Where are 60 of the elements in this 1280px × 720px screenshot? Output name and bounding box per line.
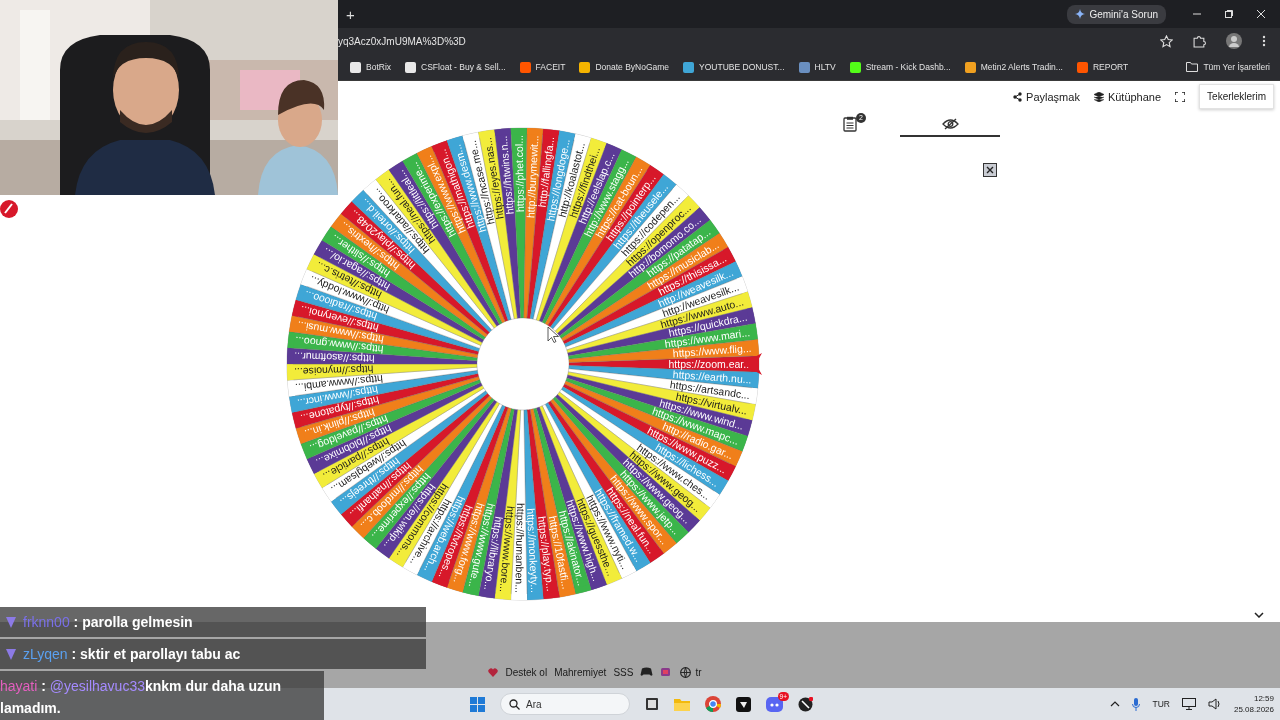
footer-link[interactable]: Mahremiyet (554, 666, 607, 678)
star-icon[interactable] (1160, 34, 1173, 48)
chat-message: zLyqen : sktir et parollayı tabu ac (23, 645, 241, 664)
footer-link[interactable]: Destek ol (505, 666, 548, 678)
new-tab-button[interactable]: + (346, 5, 355, 23)
cursor-icon (547, 326, 559, 343)
browser-icon[interactable] (705, 696, 721, 713)
microphone-icon[interactable] (1132, 697, 1141, 711)
sparkle-icon (1075, 9, 1086, 19)
chat-message: frknn00 : parolla gelmesin (23, 613, 193, 632)
layers-icon (1093, 91, 1104, 102)
segment-label: https://zoom.ear... (668, 357, 752, 370)
user-badge-icon (4, 647, 18, 661)
bookmark-link[interactable]: BotRix (350, 61, 392, 73)
close-icon[interactable] (1256, 9, 1266, 19)
library-link[interactable]: Kütüphane (1093, 90, 1162, 103)
chevron-up-icon[interactable] (1110, 701, 1121, 708)
search-icon (509, 698, 520, 710)
chevron-down-icon[interactable] (1254, 612, 1264, 619)
user-badge-icon (4, 615, 18, 629)
chat-message: hayati : @yesilhavuc33knkm dur daha uzun lamadım. (0, 677, 282, 718)
speaker-icon[interactable] (1207, 698, 1222, 711)
segment-label: https://humanben... (513, 502, 527, 594)
clipboard-icon (843, 116, 857, 133)
address-field[interactable]: yq3Acz0xJmU9MA%3D%3D (338, 35, 466, 47)
bookmark-link[interactable]: FACEIT (519, 61, 566, 73)
menu-icon[interactable] (1262, 35, 1266, 47)
folder-icon (1186, 62, 1199, 72)
game-controller-icon[interactable] (640, 667, 654, 678)
assistant-button[interactable]: Gemini'a Sorun (1067, 4, 1166, 24)
share-link[interactable]: Paylaşmak (1013, 90, 1080, 103)
profile-avatar-icon[interactable] (1226, 33, 1242, 49)
bookmark-link[interactable]: Stream - Kick Dashb... (849, 61, 951, 73)
share-icon (1013, 91, 1023, 102)
clock-date: 25.08.2026 (1233, 704, 1274, 716)
app-icon[interactable] (736, 696, 751, 712)
bookmark-link[interactable]: HLTV (798, 61, 836, 73)
task-view-icon[interactable] (645, 697, 659, 712)
restore-icon[interactable] (1224, 9, 1234, 19)
footer-link[interactable]: SSS (613, 666, 634, 678)
clock-time: 12:59 (1253, 693, 1274, 705)
keyboard-language[interactable]: TUR (1152, 699, 1170, 710)
bookmark-link[interactable]: Donate ByNoGame (579, 61, 670, 73)
bookmark-link[interactable]: CSFloat - Buy & Sell... (405, 61, 506, 73)
eye-slash-icon (941, 117, 959, 130)
round-app-icon[interactable] (798, 696, 813, 712)
all-bookmarks-link[interactable]: Tüm Yer İşaretleri (1186, 62, 1270, 72)
bookmark-link[interactable]: Metin2 Alerts Tradin... (964, 61, 1063, 73)
globe-icon (680, 666, 692, 678)
search-field[interactable]: Ara (500, 693, 630, 716)
monitor-icon[interactable] (1181, 698, 1196, 711)
puzzle-icon[interactable] (1193, 34, 1206, 48)
fullscreen-icon[interactable] (1175, 91, 1186, 102)
close-button[interactable] (983, 162, 997, 177)
bookmark-link[interactable]: REPORT (1076, 61, 1129, 73)
bookmark-link[interactable]: YOUTUBE DONUST... (683, 61, 785, 73)
language-selector[interactable]: tr (680, 666, 702, 678)
heart-icon (488, 667, 499, 677)
my-wheels-button[interactable]: Tekerleklerim (1199, 84, 1274, 110)
windows-logo-icon[interactable] (470, 696, 485, 712)
